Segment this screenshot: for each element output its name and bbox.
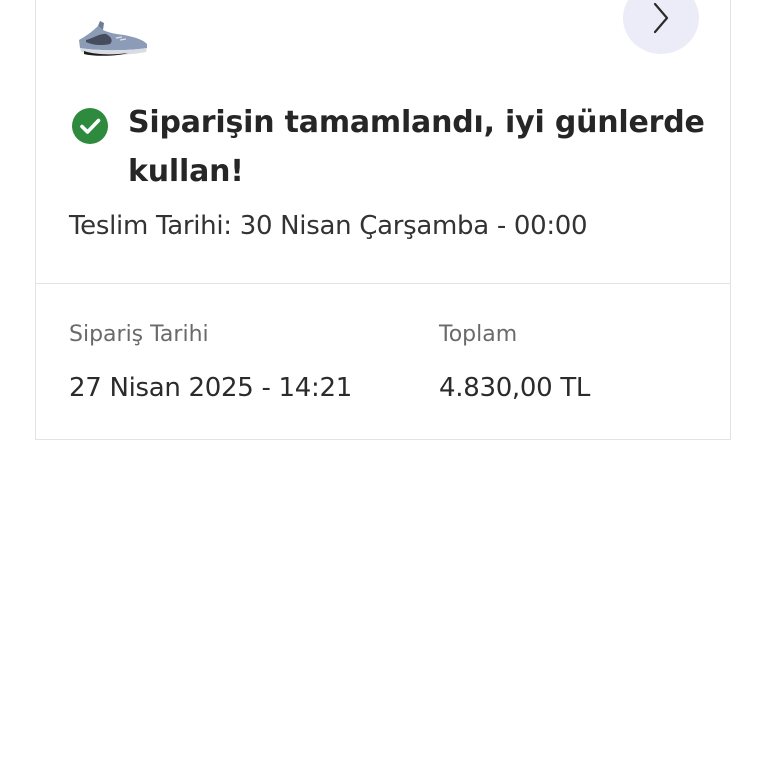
sneaker-icon bbox=[79, 21, 147, 56]
check-circle-icon bbox=[72, 108, 108, 144]
divider bbox=[36, 283, 730, 284]
total-label: Toplam bbox=[439, 322, 518, 347]
order-date-label: Sipariş Tarihi bbox=[69, 322, 209, 347]
order-card: Siparişin tamamlandı, iyi günlerde kulla… bbox=[35, 0, 731, 440]
chevron-right-icon bbox=[653, 2, 669, 34]
total-value: 4.830,00 TL bbox=[439, 373, 591, 403]
order-detail-button[interactable] bbox=[623, 0, 699, 54]
order-status-message: Siparişin tamamlandı, iyi günlerde kulla… bbox=[128, 105, 705, 189]
delivery-date: Teslim Tarihi: 30 Nisan Çarşamba - 00:00 bbox=[69, 211, 588, 241]
product-image[interactable] bbox=[76, 18, 150, 64]
order-date-value: 27 Nisan 2025 - 14:21 bbox=[69, 373, 352, 403]
